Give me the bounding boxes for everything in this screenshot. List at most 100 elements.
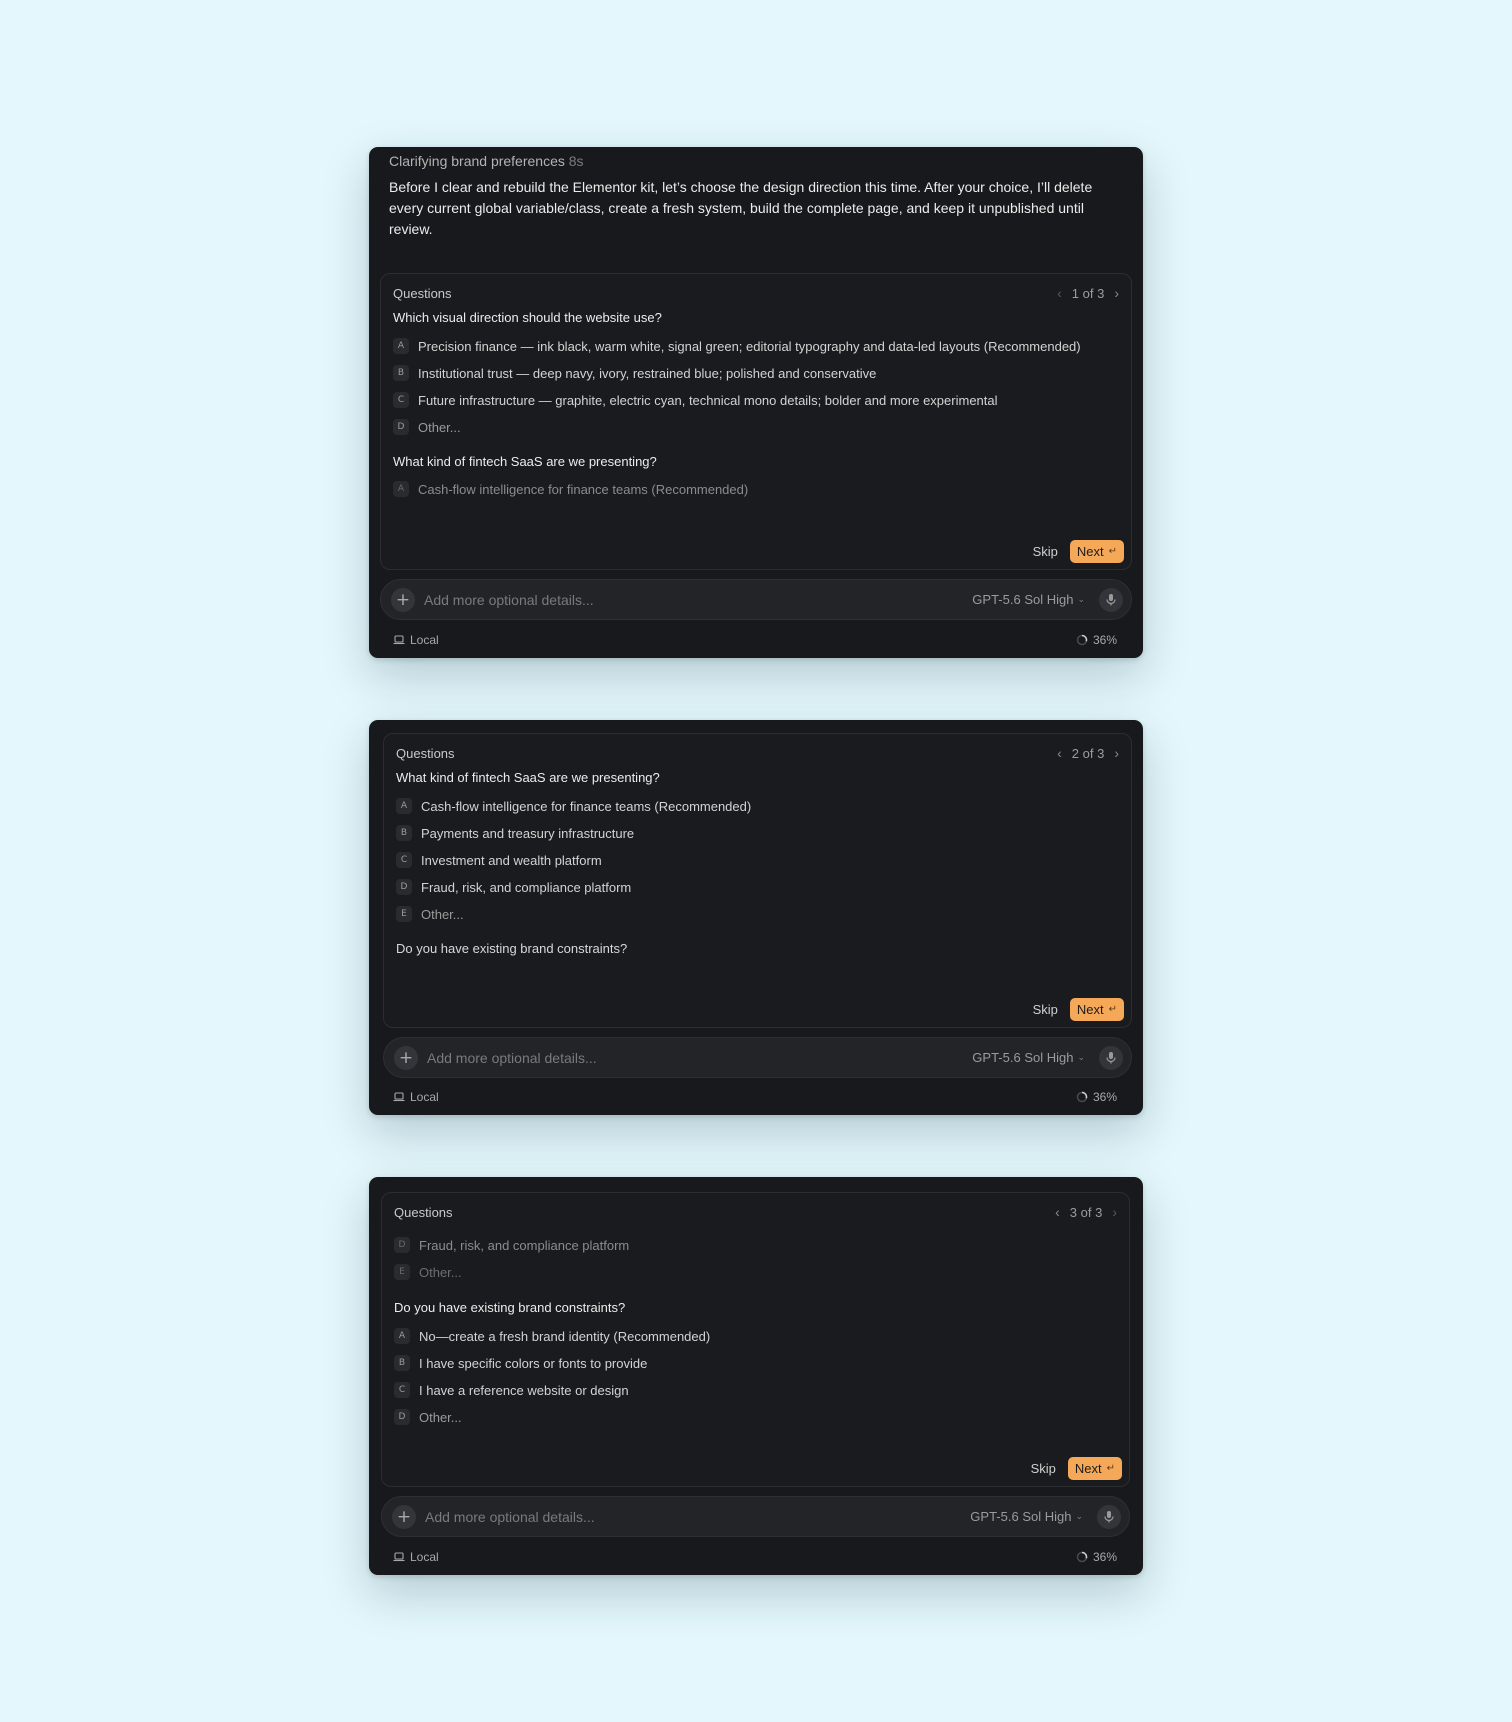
option-label: Investment and wealth platform [421,852,602,868]
option-key: C [394,1382,410,1398]
option-label: Cash-flow intelligence for finance teams… [418,481,749,497]
progress-label: 36% [1092,633,1117,647]
model-selector[interactable]: GPT-5.6 Sol High ⌄ [972,1050,1085,1065]
option-label: Fraud, risk, and compliance platform [421,879,632,895]
question-pager: ‹ 1 of 3 › [1057,286,1119,301]
chevron-left-icon[interactable]: ‹ [1057,286,1062,300]
microphone-icon[interactable] [1099,587,1123,612]
questions-header: Questions ‹ 3 of 3 › [394,1202,1117,1222]
skip-button[interactable]: Skip [1033,544,1058,559]
option-key: A [393,338,409,354]
option-key: A [394,1328,410,1344]
question-text: Which visual direction should the websit… [393,310,662,325]
option-key: D [396,879,412,895]
option-key: B [393,365,409,381]
status-label: Clarifying brand preferences [389,153,565,169]
option-key: B [396,825,412,841]
progress-ring-icon [1076,634,1088,646]
option-a[interactable]: A Cash-flow intelligence for finance team… [396,798,751,814]
option-a[interactable]: A Precision finance — ink black, warm whi… [393,338,1081,354]
option-b[interactable]: B I have specific colors or fonts to prov… [394,1355,647,1371]
question-actions: Skip Next ↵ [1033,540,1124,563]
location-indicator[interactable]: Local [393,1090,439,1104]
option-other[interactable]: E Other... [394,1264,462,1280]
option-other[interactable]: E Other... [396,906,464,922]
pager-label: 1 of 3 [1071,285,1105,301]
option-a[interactable]: A No—create a fresh brand identity (Recom… [394,1328,710,1344]
questions-box: Questions ‹ 3 of 3 › D Fraud, risk, and c… [381,1192,1130,1487]
option-key: C [393,392,409,408]
next-button[interactable]: Next ↵ [1067,1457,1122,1480]
enter-icon: ↵ [1106,1463,1115,1474]
chevron-left-icon[interactable]: ‹ [1055,1205,1060,1219]
option-c[interactable]: C I have a reference website or design [394,1382,629,1398]
chevron-right-icon[interactable]: › [1112,1205,1117,1219]
skip-button[interactable]: Skip [1031,1461,1056,1476]
option-label: Institutional trust — deep navy, ivory, … [418,365,877,381]
option-d[interactable]: D Fraud, risk, and compliance platform [396,879,631,895]
model-selector[interactable]: GPT-5.6 Sol High ⌄ [970,1509,1083,1524]
option-label: Precision finance — ink black, warm whit… [418,338,1081,354]
questions-title: Questions [396,745,455,761]
option-c[interactable]: C Future infrastructure — graphite, elect… [393,392,998,408]
laptop-icon [393,1552,405,1562]
location-indicator[interactable]: Local [393,633,439,647]
questions-panel-1: Clarifying brand preferences 8s Before I… [369,147,1143,658]
option-key: D [394,1237,410,1253]
question-actions: Skip Next ↵ [1033,998,1124,1021]
option-key: B [394,1355,410,1371]
next-button[interactable]: Next ↵ [1069,540,1124,563]
option-other[interactable]: D Other... [394,1409,462,1425]
enter-icon: ↵ [1108,546,1117,557]
next-label: Next [1074,1461,1102,1476]
option-a[interactable]: A Cash-flow intelligence for finance team… [393,481,748,497]
option-key: C [396,852,412,868]
status-bar: Local 36% [393,1549,1117,1565]
context-progress: 36% [1076,1090,1117,1104]
details-input[interactable] [424,591,973,608]
question-pager: ‹ 2 of 3 › [1057,746,1119,761]
questions-box: Questions ‹ 2 of 3 › What kind of fintec… [383,733,1132,1028]
details-input[interactable] [427,1049,973,1066]
enter-icon: ↵ [1108,1004,1117,1015]
microphone-icon[interactable] [1097,1504,1121,1529]
chevron-left-icon[interactable]: ‹ [1057,746,1062,760]
option-b[interactable]: B Payments and treasury infrastructure [396,825,634,841]
option-d[interactable]: D Fraud, risk, and compliance platform [394,1237,629,1253]
question-actions: Skip Next ↵ [1031,1457,1122,1480]
option-c[interactable]: C Investment and wealth platform [396,852,602,868]
composer: + GPT-5.6 Sol High⌄ [380,579,1132,620]
composer: + GPT-5.6 Sol High⌄ [383,1037,1132,1078]
plus-icon[interactable]: + [391,587,415,612]
option-label: Fraud, risk, and compliance platform [419,1237,630,1253]
details-input[interactable] [425,1508,971,1525]
microphone-icon[interactable] [1099,1045,1123,1070]
chevron-right-icon[interactable]: › [1114,286,1119,300]
option-other[interactable]: D Other... [393,419,461,435]
option-key: D [393,419,409,435]
question-pager: ‹ 3 of 3 › [1055,1205,1117,1220]
option-label: I have a reference website or design [419,1382,629,1398]
next-button[interactable]: Next ↵ [1069,998,1124,1021]
question-text: Do you have existing brand constraints? [396,941,628,956]
progress-label: 36% [1092,1550,1117,1564]
plus-icon[interactable]: + [392,1504,416,1529]
questions-panel-3: Questions ‹ 3 of 3 › D Fraud, risk, and c… [369,1177,1143,1575]
skip-button[interactable]: Skip [1033,1002,1058,1017]
model-label: GPT-5.6 Sol High [972,592,1074,607]
chevron-down-icon: ⌄ [1077,594,1085,604]
location-label: Local [410,633,439,647]
chevron-right-icon[interactable]: › [1114,746,1119,760]
option-b[interactable]: B Institutional trust — deep navy, ivory,… [393,365,876,381]
option-label: No—create a fresh brand identity (Recomm… [419,1328,711,1344]
option-key: E [394,1264,410,1280]
status-bar: Local 36% [393,632,1117,648]
message-text: Before I clear and rebuild the Elementor… [389,179,1093,237]
location-indicator[interactable]: Local [393,1550,439,1564]
laptop-icon [393,635,405,645]
model-label: GPT-5.6 Sol High [972,1050,1074,1065]
composer: + GPT-5.6 Sol High⌄ [381,1496,1130,1537]
model-selector[interactable]: GPT-5.6 Sol High ⌄ [972,592,1085,607]
plus-icon[interactable]: + [394,1045,418,1070]
chevron-down-icon: ⌄ [1075,1511,1083,1521]
